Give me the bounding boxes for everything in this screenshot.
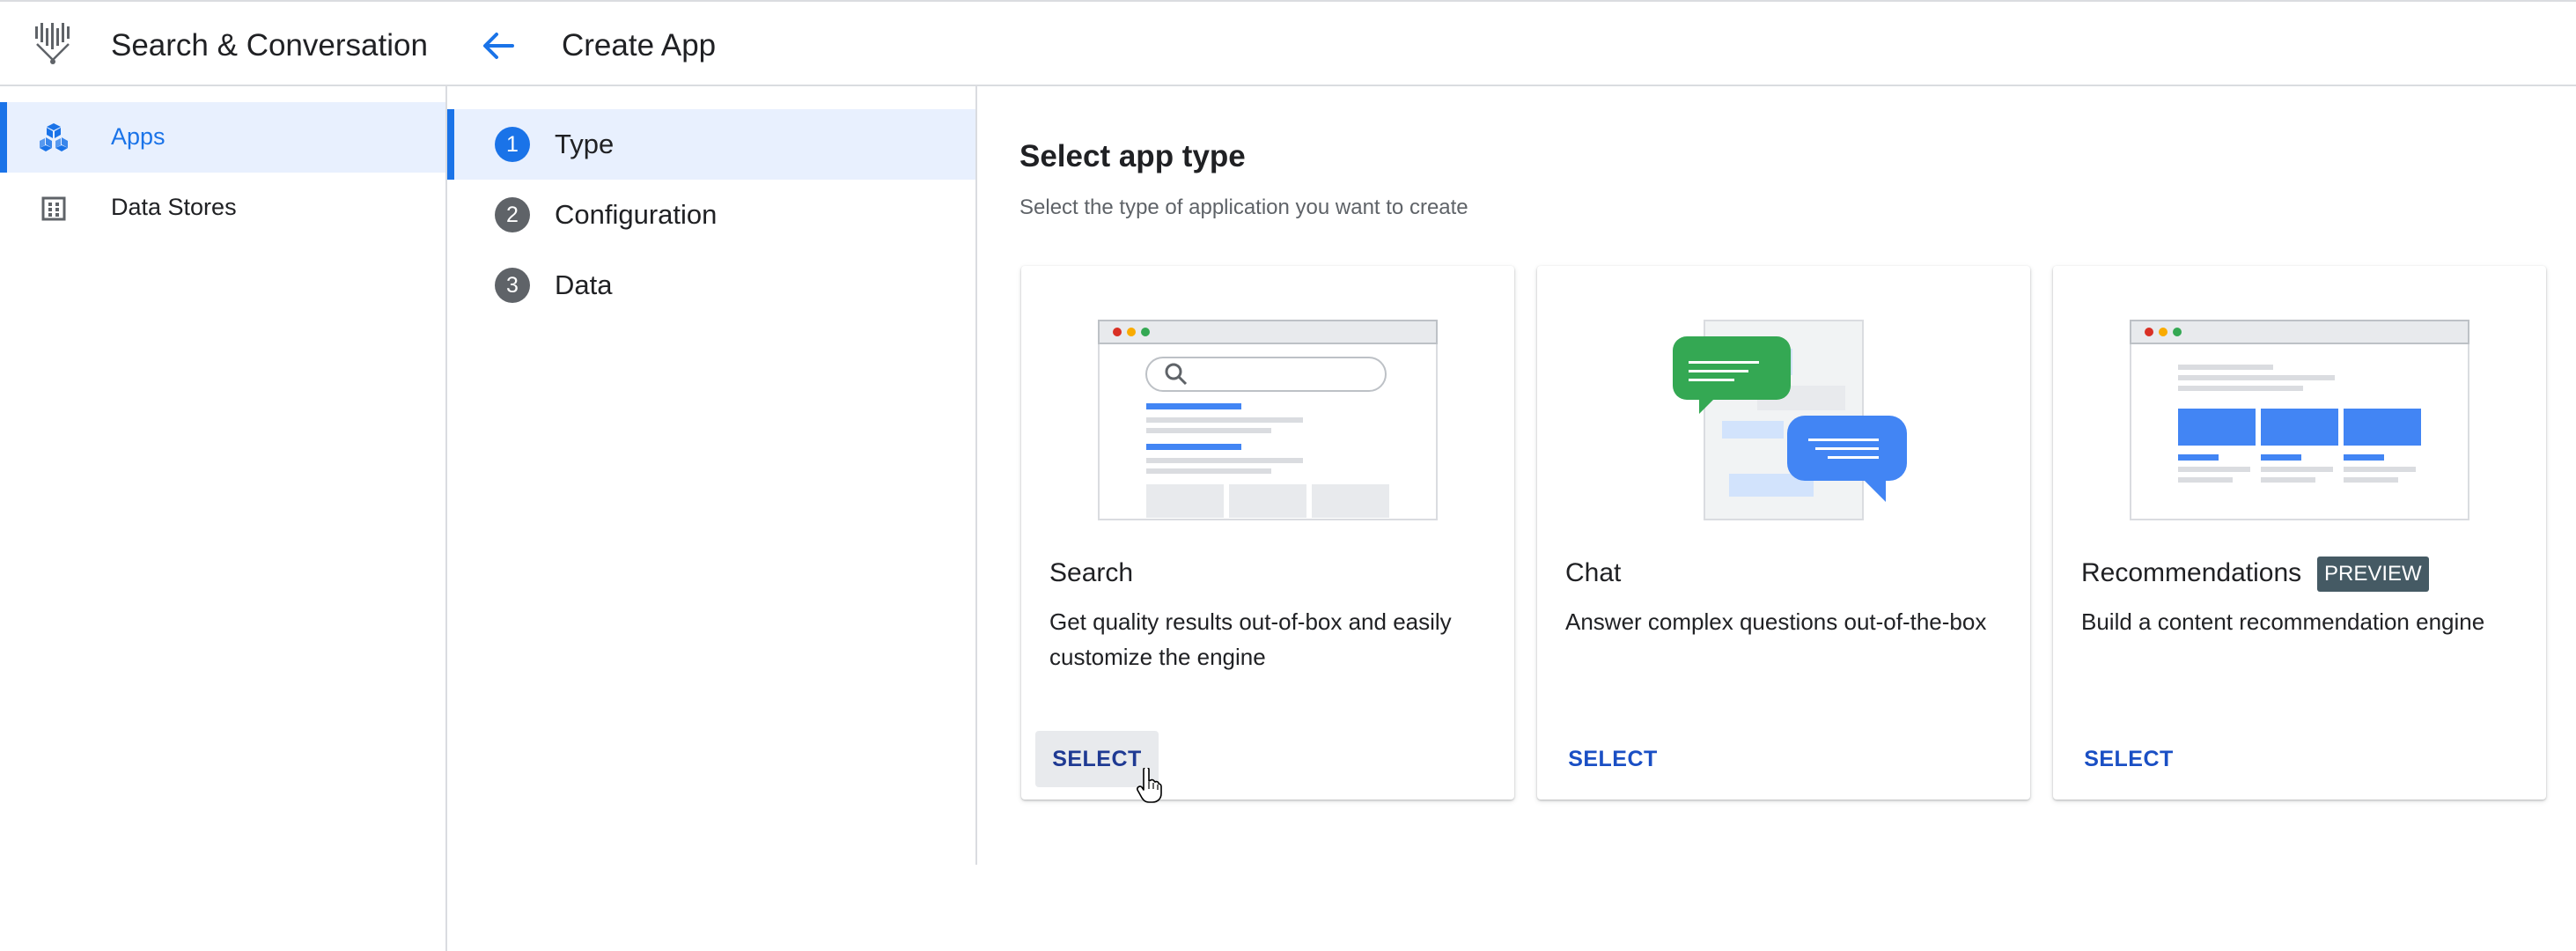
app-type-card-search[interactable]: Search Get quality results out-of-box an… <box>1021 266 1514 800</box>
app-type-card-chat[interactable]: Chat Answer complex questions out-of-the… <box>1537 266 2030 800</box>
card-title: Search <box>1049 558 1134 587</box>
card-description: Answer complex questions out-of-the-box <box>1565 608 1987 635</box>
left-navigation: Apps Data Stores <box>0 86 447 951</box>
hand-pointer-cursor-icon <box>1137 768 1162 803</box>
select-recommendations-button[interactable]: SELECT <box>2067 731 2190 787</box>
app-title: Search & Conversation <box>111 28 428 63</box>
step-label: Type <box>555 129 615 159</box>
search-conversation-logo-icon <box>35 23 70 64</box>
card-title: Chat <box>1565 558 1622 587</box>
step-number: 3 <box>495 268 530 303</box>
card-description: Build a content recommendation engine <box>2081 608 2485 635</box>
sidebar-item-apps[interactable]: Apps <box>0 102 445 173</box>
create-app-stepper: 1 Type 2 Configuration 3 Data <box>447 86 977 865</box>
chat-illustration <box>1673 320 1907 520</box>
building-grid-icon <box>41 196 66 221</box>
search-illustration <box>1098 320 1438 520</box>
select-chat-button[interactable]: SELECT <box>1551 731 1674 787</box>
step-number: 1 <box>495 127 530 162</box>
section-title: Select app type <box>1019 139 1246 173</box>
sidebar-item-label: Apps <box>111 123 166 150</box>
card-description: Get quality results out-of-box and easil… <box>1049 608 1452 670</box>
sidebar-item-label: Data Stores <box>111 194 237 220</box>
step-type[interactable]: 1 Type <box>447 109 975 180</box>
step-configuration[interactable]: 2 Configuration <box>447 180 975 250</box>
recommendations-illustration <box>2130 320 2469 520</box>
step-number: 2 <box>495 197 530 232</box>
back-arrow-button[interactable] <box>474 25 523 67</box>
step-label: Data <box>555 269 613 300</box>
step-data[interactable]: 3 Data <box>447 250 975 321</box>
card-title: Recommendations <box>2081 558 2302 587</box>
cubes-icon <box>40 123 68 151</box>
page-title: Create App <box>562 28 717 63</box>
step-label: Configuration <box>555 199 718 230</box>
preview-badge: PREVIEW <box>2317 557 2429 592</box>
app-type-card-recommendations[interactable]: Recommendations PREVIEW Build a content … <box>2053 266 2546 800</box>
section-subtitle: Select the type of application you want … <box>1019 195 1468 219</box>
sidebar-item-data-stores[interactable]: Data Stores <box>0 173 445 243</box>
top-header: Search & Conversation Create App <box>0 0 2576 86</box>
